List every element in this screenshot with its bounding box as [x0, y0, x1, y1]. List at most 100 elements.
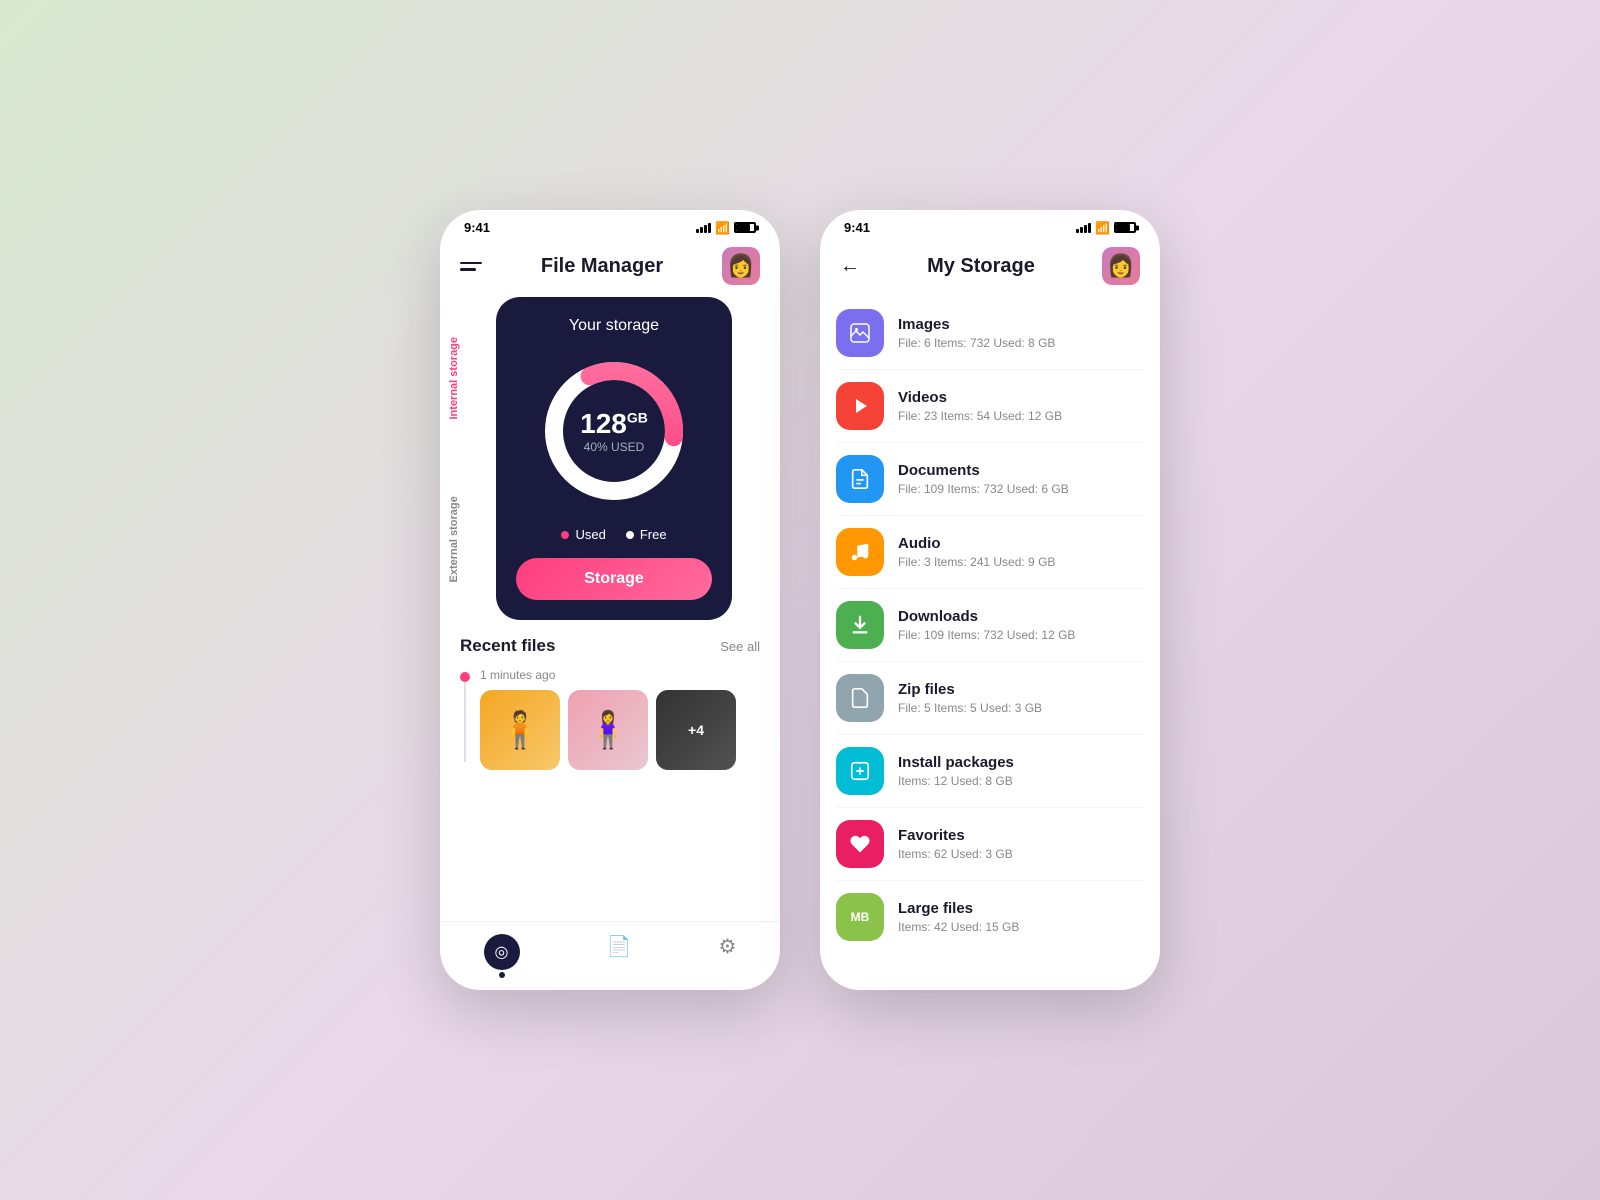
category-icon-videos — [836, 382, 884, 430]
status-icons-2: 📶 — [1076, 221, 1136, 235]
storage-category-item[interactable]: Zip files File: 5 Items: 5 Used: 3 GB — [836, 662, 1144, 735]
storage-category-item[interactable]: Documents File: 109 Items: 732 Used: 6 GB — [836, 443, 1144, 516]
storage-category-item[interactable]: MB Large files Items: 42 Used: 15 GB — [836, 881, 1144, 953]
recent-files-title: Recent files — [460, 636, 555, 656]
recent-files-header: Recent files See all — [460, 636, 760, 656]
status-bar-2: 9:41 📶 — [820, 210, 1160, 239]
category-info: Install packages Items: 12 Used: 8 GB — [898, 754, 1144, 788]
bottom-nav: ◎ 📄 ⚙ — [440, 921, 780, 990]
wifi-icon: 📶 — [715, 221, 730, 235]
nav-home[interactable]: ◎ — [484, 934, 520, 970]
category-icon-documents — [836, 455, 884, 503]
menu-button[interactable] — [460, 262, 482, 271]
file-thumbnails: 🧍 🧍‍♀️ +4 — [480, 690, 760, 770]
storage-category-item[interactable]: Favorites Items: 62 Used: 3 GB — [836, 808, 1144, 881]
storage-category-item[interactable]: DownloadsFile: 109 Items: 732 Used: 12 G… — [836, 589, 1144, 662]
category-meta: Items: 12 Used: 8 GB — [898, 774, 1144, 788]
category-info: Videos File: 23 Items: 54 Used: 12 GB — [898, 389, 1144, 423]
app-header: File Manager 👩 — [440, 239, 780, 297]
storage-category-item[interactable]: Audio File: 3 Items: 241 Used: 9 GB — [836, 516, 1144, 589]
category-info: Zip files File: 5 Items: 5 Used: 3 GB — [898, 681, 1144, 715]
timeline-line — [464, 682, 466, 762]
category-name: Documents — [898, 462, 1144, 479]
time-display-2: 9:41 — [844, 220, 870, 235]
recent-files-section: Recent files See all 1 minutes ago 🧍 🧍‍♀… — [440, 620, 780, 778]
timeline-content: 1 minutes ago 🧍 🧍‍♀️ +4 — [480, 668, 760, 770]
category-meta: Items: 62 Used: 3 GB — [898, 847, 1144, 861]
category-icon-zip-files — [836, 674, 884, 722]
storage-category-item[interactable]: Images File: 6 Items: 732 Used: 8 GB — [836, 297, 1144, 370]
phone-my-storage: 9:41 📶 ← My Storage 👩 Images File: 6 Item… — [820, 210, 1160, 990]
nav-active-indicator — [499, 972, 505, 978]
nav-files[interactable]: 📄 — [607, 934, 632, 970]
category-name: Audio — [898, 535, 1144, 552]
status-bar: 9:41 📶 — [440, 210, 780, 239]
phone-file-manager: 9:41 📶 File Manager 👩 Internal stora — [440, 210, 780, 990]
user-avatar-2[interactable]: 👩 — [1102, 247, 1140, 285]
my-storage-header: ← My Storage 👩 — [820, 239, 1160, 297]
storage-button[interactable]: Storage — [516, 558, 712, 600]
signal-icon-2 — [1076, 223, 1091, 233]
category-meta: Items: 42 Used: 15 GB — [898, 920, 1144, 934]
category-name: Install packages — [898, 754, 1144, 771]
nav-settings[interactable]: ⚙ — [719, 934, 737, 970]
category-name: Favorites — [898, 827, 1144, 844]
storage-category-item[interactable]: Install packages Items: 12 Used: 8 GB — [836, 735, 1144, 808]
category-icon-audio — [836, 528, 884, 576]
timeline-item: 1 minutes ago 🧍 🧍‍♀️ +4 — [460, 668, 760, 770]
category-meta: File: 3 Items: 241 Used: 9 GB — [898, 555, 1144, 569]
category-meta: File: 5 Items: 5 Used: 3 GB — [898, 701, 1144, 715]
category-info: Audio File: 3 Items: 241 Used: 9 GB — [898, 535, 1144, 569]
signal-icon — [696, 223, 711, 233]
thumbnail-3[interactable]: +4 — [656, 690, 736, 770]
category-icon-large-files: MB — [836, 893, 884, 941]
category-meta: File: 23 Items: 54 Used: 12 GB — [898, 409, 1144, 423]
wifi-icon-2: 📶 — [1095, 221, 1110, 235]
time-display: 9:41 — [464, 220, 490, 235]
storage-section: Internal storage External storage Your s… — [480, 297, 748, 620]
storage-size: 128GB — [580, 408, 648, 440]
donut-center-text: 128GB 40% USED — [580, 408, 648, 454]
category-info: DownloadsFile: 109 Items: 732 Used: 12 G… — [898, 608, 1144, 642]
internal-storage-label: Internal storage — [448, 297, 460, 459]
storage-card-title: Your storage — [569, 317, 659, 335]
category-icon-install-packages — [836, 747, 884, 795]
category-info: Images File: 6 Items: 732 Used: 8 GB — [898, 316, 1144, 350]
status-icons: 📶 — [696, 221, 756, 235]
storage-donut-chart: 128GB 40% USED — [534, 351, 694, 511]
home-icon: ◎ — [484, 934, 520, 970]
thumbnail-2[interactable]: 🧍‍♀️ — [568, 690, 648, 770]
see-all-button[interactable]: See all — [720, 639, 760, 654]
thumbnail-overflow: +4 — [656, 690, 736, 770]
back-button[interactable]: ← — [840, 255, 860, 278]
thumbnail-1[interactable]: 🧍 — [480, 690, 560, 770]
timeline-dot — [460, 672, 470, 682]
category-icon-downloads — [836, 601, 884, 649]
storage-category-list: Images File: 6 Items: 732 Used: 8 GB Video… — [820, 297, 1160, 990]
timeline-dot-col — [460, 668, 470, 762]
category-name: Large files — [898, 900, 1144, 917]
storage-card: Your storage — [496, 297, 732, 620]
battery-icon — [734, 222, 756, 233]
external-storage-label: External storage — [448, 459, 460, 621]
battery-icon-2 — [1114, 222, 1136, 233]
files-icon: 📄 — [607, 934, 632, 959]
storage-used-pct: 40% USED — [580, 440, 648, 454]
user-avatar[interactable]: 👩 — [722, 247, 760, 285]
category-meta: File: 109 Items: 732 Used: 6 GB — [898, 482, 1144, 496]
app-title: File Manager — [541, 255, 663, 278]
category-icon-favorites — [836, 820, 884, 868]
category-meta: File: 6 Items: 732 Used: 8 GB — [898, 336, 1144, 350]
used-dot — [561, 531, 569, 539]
timeline-timestamp: 1 minutes ago — [480, 668, 760, 682]
category-name: Images — [898, 316, 1144, 333]
legend-free: Free — [626, 527, 667, 542]
my-storage-title: My Storage — [927, 255, 1035, 278]
storage-category-item[interactable]: Videos File: 23 Items: 54 Used: 12 GB — [836, 370, 1144, 443]
category-info: Favorites Items: 62 Used: 3 GB — [898, 827, 1144, 861]
category-icon-images — [836, 309, 884, 357]
settings-icon: ⚙ — [719, 934, 737, 959]
category-name: Zip files — [898, 681, 1144, 698]
category-name: Videos — [898, 389, 1144, 406]
category-info: Documents File: 109 Items: 732 Used: 6 GB — [898, 462, 1144, 496]
